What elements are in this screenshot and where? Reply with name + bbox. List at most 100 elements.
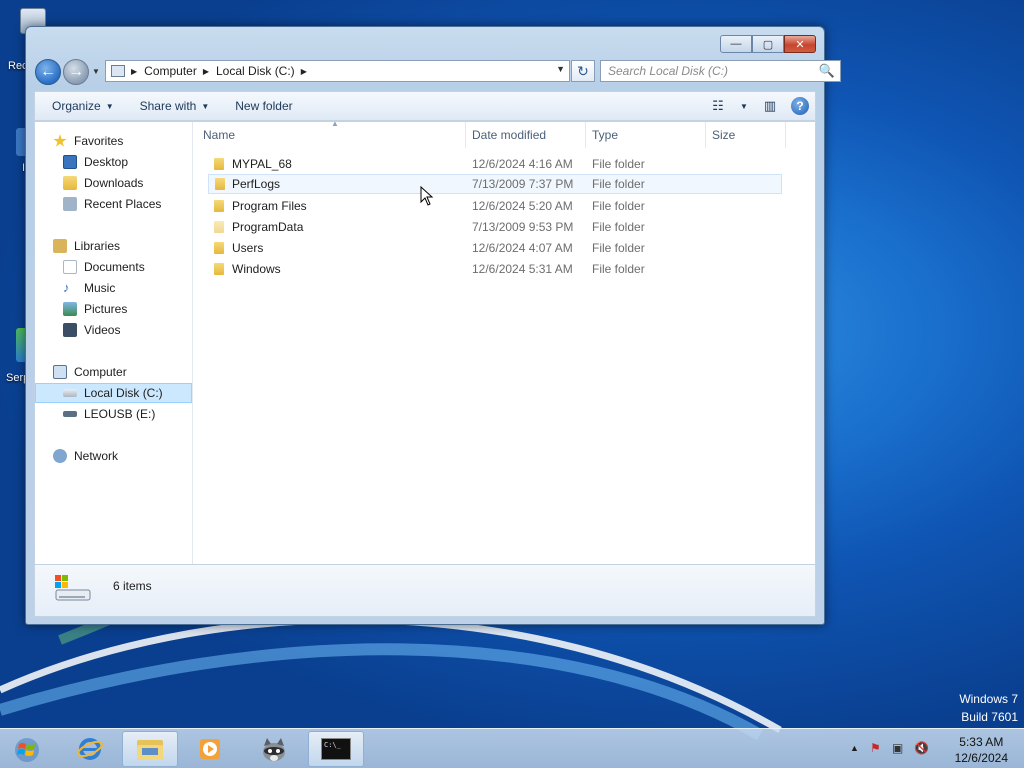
view-options-dropdown[interactable]: ▼ [739, 95, 749, 117]
preview-pane-button[interactable]: ▥ [759, 95, 781, 117]
nav-music[interactable]: ♪ Music [63, 278, 115, 298]
back-button[interactable]: ← [35, 59, 61, 85]
nav-downloads[interactable]: Downloads [63, 173, 143, 193]
nav-favorites[interactable]: Favorites [53, 131, 123, 151]
forward-button[interactable]: → [63, 59, 89, 85]
file-type: File folder [592, 262, 645, 276]
nav-documents[interactable]: Documents [63, 257, 145, 277]
nav-desktop[interactable]: Desktop [63, 152, 128, 172]
network-tray-icon[interactable]: ▣ [892, 741, 903, 755]
file-date: 7/13/2009 7:37 PM [472, 177, 574, 191]
breadcrumb-separator-icon[interactable]: ▶ [203, 67, 209, 76]
address-bar[interactable]: ▶ Computer ▶ Local Disk (C:) ▶ ▼ [105, 60, 570, 82]
windows-logo-icon [15, 738, 39, 762]
cmd-icon-text: C:\_ [324, 741, 341, 749]
volume-muted-icon[interactable]: 🔇 [914, 741, 929, 755]
star-icon [53, 134, 67, 147]
file-list-pane: ▲ Name Date modified Type Size MYPAL_68 … [193, 119, 815, 564]
search-icon[interactable]: 🔍 [819, 63, 835, 79]
file-row[interactable]: PerfLogs 7/13/2009 7:37 PM File folder [208, 174, 782, 194]
nav-computer-label: Computer [74, 365, 127, 379]
file-date: 12/6/2024 5:31 AM [472, 262, 573, 276]
nav-local-disk-label: Local Disk (C:) [84, 386, 163, 400]
file-name: Users [232, 241, 264, 255]
windows-build-watermark: Windows 7 Build 7601 [959, 690, 1018, 726]
nav-libraries[interactable]: Libraries [53, 236, 120, 256]
navigation-pane: Favorites Desktop Downloads Recent Place… [35, 122, 193, 564]
file-type: File folder [592, 220, 645, 234]
explorer-window: — ▢ ✕ ← → ▼ ▶ Computer ▶ Local Disk (C:)… [25, 26, 841, 625]
local-disk-large-icon [55, 575, 91, 601]
file-type: File folder [592, 199, 645, 213]
column-name[interactable]: Name [193, 122, 466, 148]
taskbar-media-player[interactable] [182, 731, 238, 767]
close-button[interactable]: ✕ [784, 35, 816, 53]
nav-network[interactable]: Network [53, 446, 118, 466]
nav-recent-places[interactable]: Recent Places [63, 194, 161, 214]
folder-icon [214, 242, 224, 254]
nav-computer[interactable]: Computer [53, 362, 127, 382]
breadcrumb-computer[interactable]: Computer [144, 64, 197, 78]
start-button[interactable] [8, 733, 46, 767]
taskbar-raccoon-app[interactable] [246, 731, 302, 767]
file-date: 12/6/2024 4:16 AM [472, 157, 573, 171]
details-pane: 6 items [34, 565, 816, 617]
column-size[interactable]: Size [706, 122, 786, 148]
file-name: Windows [232, 262, 281, 276]
caption-buttons: — ▢ ✕ [720, 35, 816, 53]
show-hidden-icons-button[interactable]: ▲ [850, 743, 859, 753]
videos-icon [63, 323, 77, 337]
file-row[interactable]: Windows 12/6/2024 5:31 AM File folder [193, 259, 793, 279]
file-row[interactable]: MYPAL_68 12/6/2024 4:16 AM File folder [193, 154, 793, 174]
clock-date: 12/6/2024 [954, 751, 1008, 765]
nav-leousb[interactable]: LEOUSB (E:) [63, 404, 155, 424]
chevron-down-icon: ▼ [201, 101, 210, 111]
item-count: 6 items [113, 579, 152, 593]
taskbar-internet-explorer[interactable] [62, 731, 118, 767]
breadcrumb-local-disk[interactable]: Local Disk (C:) [216, 64, 295, 78]
file-name: ProgramData [232, 220, 304, 234]
taskbar-windows-explorer[interactable] [122, 731, 178, 767]
address-history-dropdown[interactable]: ▼ [556, 64, 565, 74]
clock-time: 5:33 AM [959, 735, 1004, 749]
nav-local-disk[interactable]: Local Disk (C:) [35, 383, 192, 403]
column-date-modified[interactable]: Date modified [466, 122, 586, 148]
breadcrumb-separator-icon[interactable]: ▶ [131, 67, 137, 76]
help-button[interactable]: ? [791, 97, 809, 115]
action-center-icon[interactable]: ⚑ [870, 741, 881, 755]
column-type[interactable]: Type [586, 122, 706, 148]
chevron-down-icon: ▼ [105, 101, 114, 111]
nav-videos[interactable]: Videos [63, 320, 120, 340]
watermark-os: Windows 7 [959, 692, 1018, 706]
recent-pages-dropdown[interactable]: ▼ [92, 67, 100, 76]
file-date: 12/6/2024 5:20 AM [472, 199, 573, 213]
breadcrumb-separator-icon[interactable]: ▶ [301, 67, 307, 76]
nav-documents-label: Documents [84, 260, 145, 274]
nav-pictures[interactable]: Pictures [63, 299, 127, 319]
navigation-row: ← → ▼ ▶ Computer ▶ Local Disk (C:) ▶ ▼ ↻… [35, 59, 841, 85]
nav-music-label: Music [84, 281, 116, 295]
raccoon-icon [263, 738, 285, 761]
taskbar-command-prompt[interactable]: C:\_ [308, 731, 364, 767]
file-date: 7/13/2009 9:53 PM [472, 220, 574, 234]
computer-small-icon [111, 65, 125, 77]
search-placeholder: Search Local Disk (C:) [608, 64, 729, 78]
taskbar-clock[interactable]: 5:33 AM 12/6/2024 [955, 734, 1008, 766]
system-tray: ▲ ⚑ ▣ 🔇 5:33 AM 12/6/2024 [844, 729, 1024, 768]
file-row[interactable]: Program Files 12/6/2024 5:20 AM File fol… [193, 196, 793, 216]
back-arrow-icon: ← [40, 63, 56, 80]
new-folder-label: New folder [235, 99, 293, 113]
search-input[interactable]: Search Local Disk (C:) 🔍 [600, 60, 841, 82]
maximize-button[interactable]: ▢ [752, 35, 784, 53]
refresh-button[interactable]: ↻ [571, 60, 595, 82]
organize-button[interactable]: Organize ▼ [43, 99, 123, 113]
share-with-button[interactable]: Share with ▼ [131, 99, 219, 113]
file-row[interactable]: Users 12/6/2024 4:07 AM File folder [193, 238, 793, 258]
usb-drive-icon [63, 411, 77, 417]
minimize-button[interactable]: — [720, 35, 752, 53]
new-folder-button[interactable]: New folder [226, 99, 301, 113]
refresh-icon: ↻ [577, 62, 589, 79]
file-row[interactable]: ProgramData 7/13/2009 9:53 PM File folde… [193, 217, 793, 237]
nav-network-label: Network [74, 449, 119, 463]
change-view-button[interactable]: ☷ [707, 95, 729, 117]
